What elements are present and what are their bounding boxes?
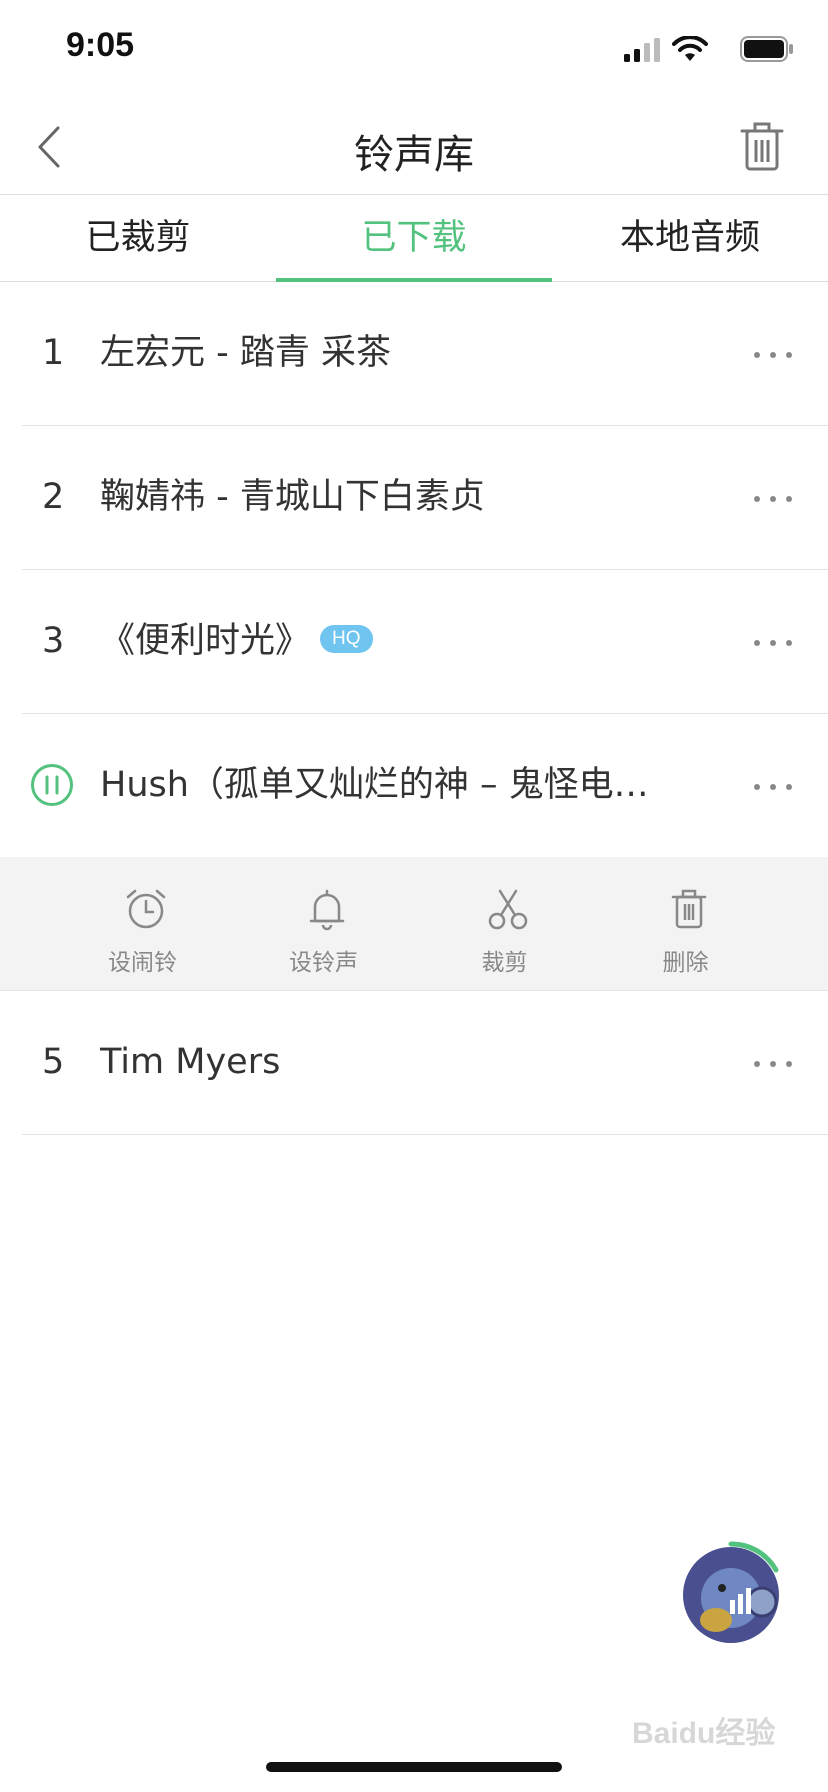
hq-badge: HQ [320,625,373,653]
list-item[interactable]: 2 鞠婧祎 - 青城山下白素贞 [22,426,828,570]
item-index: 5 [42,1042,65,1082]
set-alarm-button[interactable]: 设闹铃 [52,857,233,990]
item-title: Tim Myers [100,1042,281,1082]
item-title: 《便利时光》 HQ [100,570,373,713]
trash-icon [740,122,784,171]
item-index: 3 [42,621,65,661]
item-title: Hush（孤单又灿烂的神 – 鬼怪电… [100,765,649,805]
action-label: 裁剪 [481,950,528,976]
list-item[interactable]: 3 《便利时光》 HQ [22,570,828,714]
bell-icon [309,889,345,931]
status-bar: 9:05 [0,0,828,100]
delete-button[interactable]: 删除 [595,857,776,990]
tab-local-audio[interactable]: 本地音频 [552,195,828,281]
tab-downloaded[interactable]: 已下载 [276,195,552,282]
more-options-icon[interactable] [754,766,798,806]
wifi-icon [672,36,708,61]
list-item[interactable]: 5 Tim Myers [22,991,828,1135]
ringtone-list: 1 左宏元 - 踏青 采茶 2 鞠婧祎 - 青城山下白素贞 3 《便利时光》 HQ [0,282,828,1135]
more-options-icon[interactable] [754,334,798,374]
clear-all-button[interactable] [740,122,784,172]
item-title: 左宏元 - 踏青 采茶 [100,333,392,373]
list-item-playing[interactable]: Hush（孤单又灿烂的神 – 鬼怪电… [22,714,828,857]
battery-icon [740,36,793,62]
item-title: 鞠婧祎 - 青城山下白素贞 [100,477,485,517]
pause-icon[interactable] [30,763,74,807]
more-options-icon[interactable] [754,622,798,662]
signal-icon [624,38,660,62]
home-indicator[interactable] [266,1762,562,1772]
scissors-icon [488,889,528,930]
more-options-icon[interactable] [754,1043,798,1083]
tab-bar: 已裁剪 已下载 本地音频 [0,195,828,282]
trim-button[interactable]: 裁剪 [414,857,595,990]
watermark: Baidu经验 [632,1717,776,1750]
action-label: 设铃声 [289,950,358,976]
item-title-text: 《便利时光》 [100,621,311,661]
alarm-clock-icon [126,889,166,929]
set-ringtone-button[interactable]: 设铃声 [233,857,414,990]
action-label: 设闹铃 [108,950,177,976]
status-time: 9:05 [66,26,135,64]
floating-player-avatar[interactable] [676,1540,786,1650]
action-label: 删除 [662,950,709,976]
nav-bar: 铃声库 [0,100,828,195]
more-options-icon[interactable] [754,478,798,518]
tab-trimmed[interactable]: 已裁剪 [0,195,276,281]
item-action-panel: 设闹铃 设铃声 裁剪 删除 [0,857,828,991]
item-index: 2 [42,477,65,517]
trash-icon [671,889,707,929]
list-item[interactable]: 1 左宏元 - 踏青 采茶 [22,282,828,426]
item-index: 1 [42,333,65,373]
page-title: 铃声库 [354,132,474,178]
